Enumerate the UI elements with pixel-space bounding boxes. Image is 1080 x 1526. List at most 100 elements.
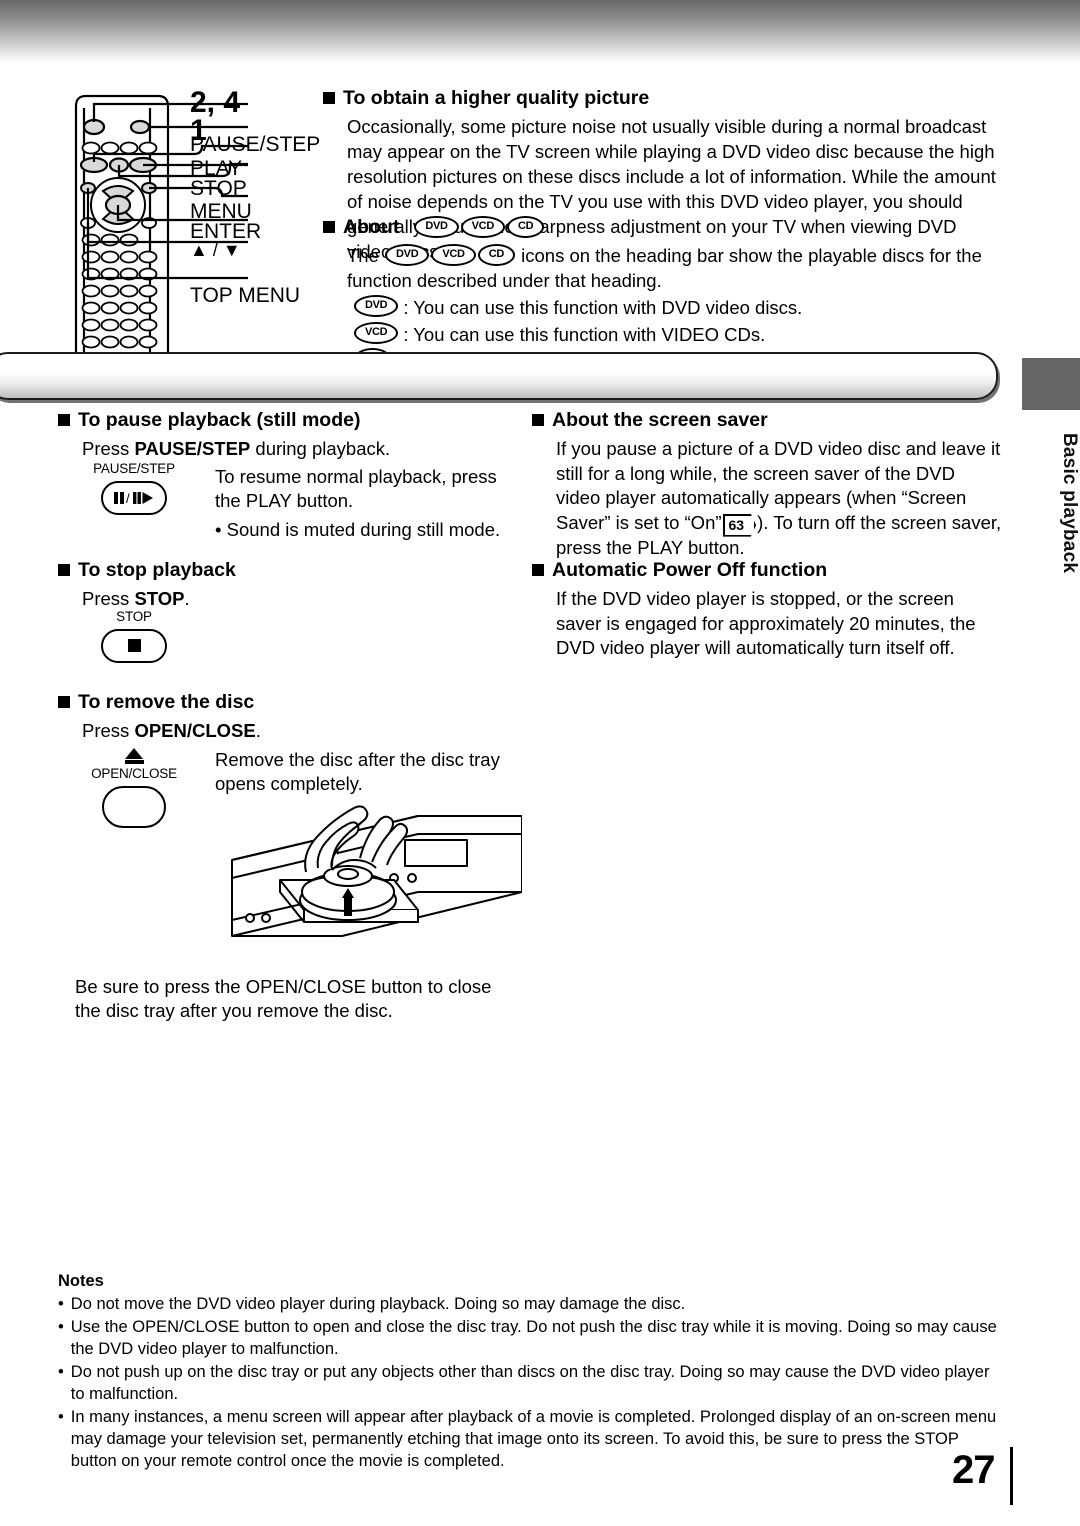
press-word: Press	[82, 588, 130, 610]
open-close-button-shape	[102, 785, 166, 828]
section-title: To stop playback	[58, 558, 508, 582]
note-bullet-icon: •	[58, 1295, 64, 1313]
vcd-disc-icon: VCD	[431, 244, 476, 267]
pause-press-line: Press PAUSE/STEP during playback.	[82, 437, 508, 461]
note-text: Do not push up on the disc tray or put a…	[70, 1362, 990, 1403]
callout-top-menu: TOP MENU	[190, 284, 301, 307]
stop-button-caption: STOP	[116, 609, 152, 624]
dvd-disc-icon: DVD	[414, 215, 459, 238]
bullet-square-icon	[532, 564, 544, 576]
press-suffix: .	[255, 720, 261, 742]
remove-closing-text: Be sure to press the OPEN/CLOSE button t…	[75, 976, 492, 1022]
note-bullet-icon: •	[58, 1317, 64, 1336]
page-reference-icon: 63	[722, 513, 757, 537]
vcd-legend-text: : You can use this function with VIDEO C…	[403, 323, 766, 345]
disc-legend-row-dvd: DVD : You can use this function with DVD…	[353, 295, 1003, 320]
vcd-disc-icon: VCD	[354, 321, 399, 344]
section-title: Automatic Power Off function	[532, 558, 1002, 582]
bullet-square-icon	[58, 564, 70, 576]
dvd-legend-text: : You can use this function with DVD vid…	[403, 297, 803, 319]
autopower-title: Automatic Power Off function	[552, 559, 828, 581]
higher-quality-title: To obtain a higher quality picture	[343, 87, 650, 109]
bullet-square-icon	[323, 92, 335, 104]
eject-triangle-icon	[125, 748, 143, 759]
eject-bar-icon	[124, 760, 144, 764]
pause-step-button-shape: /	[101, 480, 167, 515]
press-word: Press	[82, 438, 130, 460]
stop-button-shape	[101, 628, 167, 663]
note-text: Do not move the DVD video player during …	[70, 1295, 686, 1313]
bullet-square-icon	[532, 414, 544, 426]
pause-step-keyword: PAUSE/STEP	[134, 438, 251, 460]
note-item: • In many instances, a menu screen will …	[58, 1407, 1004, 1473]
stop-square-icon	[127, 639, 141, 653]
notes-block: Notes • Do not move the DVD video player…	[58, 1272, 1004, 1474]
section-title: To remove the disc	[58, 690, 508, 714]
disc-legend-row-vcd: VCD : You can use this function with VID…	[353, 321, 1003, 347]
about-body: The DVD VCD CD icons on the heading bar sh…	[347, 244, 1003, 293]
section-title: About DVD VCD CD	[323, 215, 1003, 240]
note-item: • Do not push up on the disc tray or put…	[58, 1362, 1004, 1406]
vcd-disc-icon: VCD	[460, 215, 505, 238]
section-title: About the screen saver	[532, 408, 1002, 432]
stop-keyword: STOP	[134, 588, 185, 610]
section-screen-saver: About the screen saver If you pause a pi…	[532, 408, 1002, 560]
stop-button-graphic: STOP	[92, 609, 176, 663]
callout-pause-step: PAUSE/STEP	[190, 133, 321, 156]
note-item: • Do not move the DVD video player durin…	[58, 1294, 1004, 1316]
notes-heading: Notes	[58, 1272, 104, 1290]
press-suffix: during playback.	[255, 438, 391, 460]
section-stop-playback: To stop playback Press STOP.	[58, 558, 508, 612]
open-close-button-caption: OPEN/CLOSE	[91, 766, 177, 781]
cd-disc-icon: CD	[506, 215, 545, 238]
remove-press-line: Press OPEN/CLOSE.	[82, 719, 508, 743]
note-bullet-icon: •	[58, 1362, 64, 1381]
autopower-body: If the DVD video player is stopped, or t…	[556, 588, 976, 659]
chapter-heading-bar	[0, 352, 998, 400]
open-close-button-graphic: OPEN/CLOSE	[78, 748, 190, 828]
callout-stop: STOP	[190, 177, 247, 200]
callout-up-down: ▲ / ▼	[190, 240, 241, 260]
bullet-square-icon	[58, 414, 70, 426]
dvd-disc-icon: DVD	[385, 244, 430, 267]
pause-sound-bullet: • Sound is muted during still mode.	[215, 519, 501, 540]
screensaver-body: If you pause a picture of a DVD video di…	[556, 437, 1002, 560]
pause-resume-text: To resume normal playback, press the PLA…	[215, 466, 497, 512]
page-number-rule	[1010, 1447, 1013, 1505]
section-pause-playback: To pause playback (still mode) Press PAU…	[58, 408, 508, 462]
top-gradient-band	[0, 0, 1080, 64]
svg-text:/: /	[126, 491, 130, 506]
remove-instruction-text: Remove the disc after the disc tray open…	[215, 749, 500, 795]
about-title: About	[343, 216, 400, 238]
section-title: To obtain a higher quality picture	[323, 86, 1003, 110]
about-line2: function described under that heading.	[347, 269, 662, 291]
stop-title: To stop playback	[78, 559, 236, 581]
about-line1-a: The	[347, 245, 379, 267]
pause-title: To pause playback (still mode)	[78, 409, 361, 431]
manual-page: 2, 4 1 PAUSE/STEP PLAY STOP MENU ENTER ▲…	[0, 0, 1080, 1526]
screensaver-title: About the screen saver	[552, 409, 768, 431]
section-remove-disc: To remove the disc Press OPEN/CLOSE.	[58, 690, 508, 744]
section-about-discs: About DVD VCD CD The DVD VCD CD icons on the…	[323, 215, 1003, 373]
section-title: To pause playback (still mode)	[58, 408, 508, 432]
about-line1-b: icons on the heading bar show the playab…	[521, 245, 982, 267]
page-number: 27	[952, 1448, 995, 1492]
open-close-keyword: OPEN/CLOSE	[134, 720, 256, 742]
cd-disc-icon: CD	[477, 244, 515, 267]
remove-title: To remove the disc	[78, 691, 255, 713]
note-bullet-icon: •	[58, 1407, 64, 1426]
bullet-square-icon	[58, 696, 70, 708]
press-suffix: .	[184, 588, 190, 610]
note-text: Use the OPEN/CLOSE button to open and cl…	[70, 1317, 997, 1358]
note-text: In many instances, a menu screen will ap…	[70, 1407, 997, 1470]
chapter-tab-label: Basic playback	[1059, 432, 1080, 574]
callout-enter: ENTER	[190, 220, 262, 243]
dvd-disc-icon: DVD	[354, 295, 399, 318]
pause-play-icon: /	[114, 491, 153, 506]
note-item: • Use the OPEN/CLOSE button to open and …	[58, 1317, 1004, 1361]
pause-step-button-caption: PAUSE/STEP	[93, 461, 175, 476]
callout-menu: MENU	[190, 200, 252, 223]
chapter-tab-block	[1022, 358, 1080, 410]
pause-step-button-graphic: PAUSE/STEP /	[88, 461, 180, 515]
press-word: Press	[82, 720, 130, 742]
